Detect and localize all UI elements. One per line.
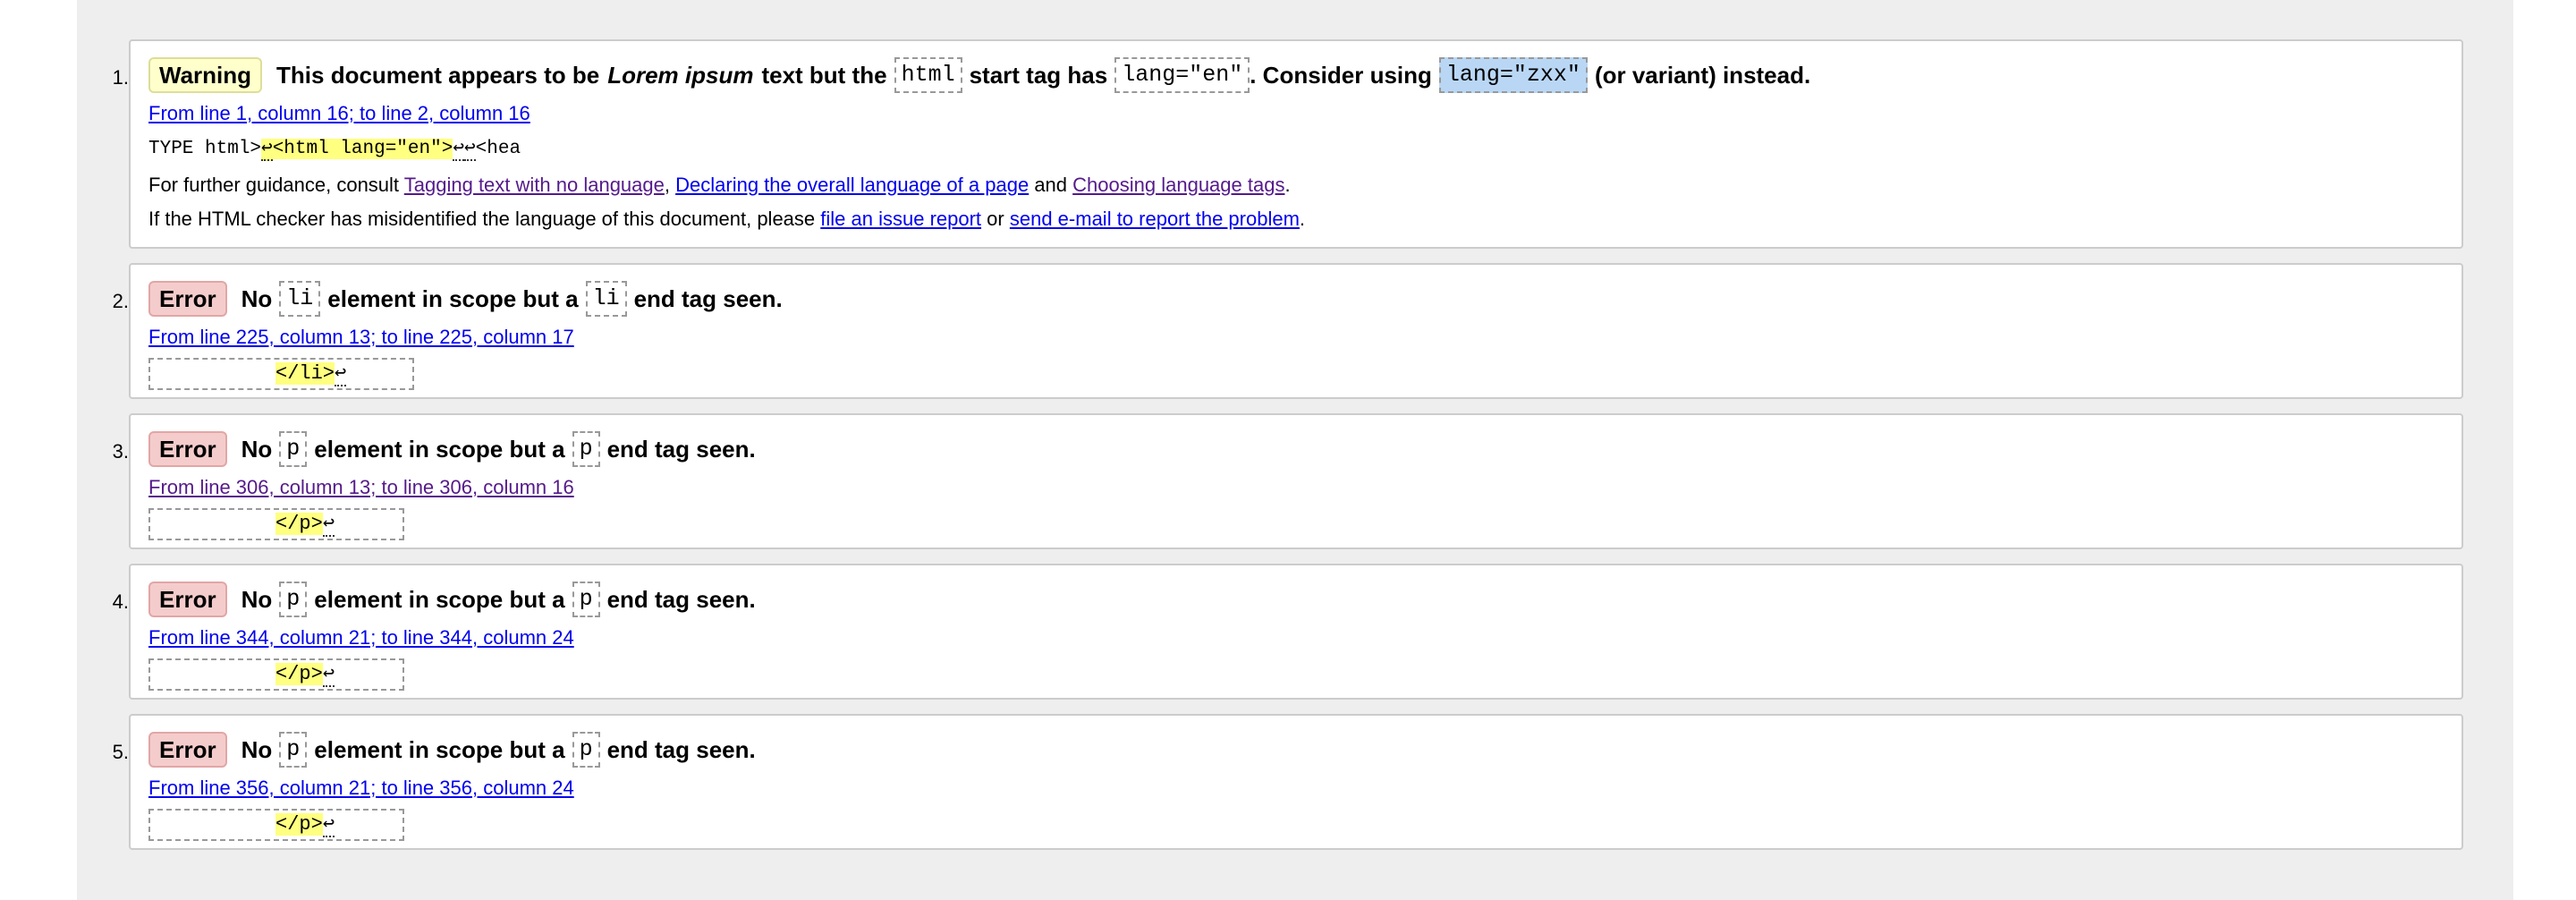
- report-text: .: [1299, 208, 1306, 230]
- message-item: 4. Error No p element in scope but a p e…: [113, 564, 2463, 700]
- line-feed-icon: ↩: [335, 362, 347, 386]
- guidance-text: .: [1284, 174, 1291, 196]
- title-text: end tag seen.: [606, 586, 756, 613]
- message-item: 3. Error No p element in scope but a p e…: [113, 413, 2463, 549]
- code-snippet: p: [279, 582, 308, 617]
- report-text: or: [987, 208, 1004, 230]
- warning-badge: Warning: [148, 57, 263, 93]
- extract-highlight: <html lang="en">: [272, 139, 453, 159]
- line-feed-icon: ↩: [261, 139, 273, 161]
- guidance-link[interactable]: Choosing language tags: [1072, 174, 1284, 196]
- title-text: text but the: [761, 62, 887, 89]
- guidance-text: For further guidance, consult: [148, 174, 400, 196]
- message-item: 2. Error No li element in scope but a li…: [113, 263, 2463, 399]
- code-snippet-selected: lang="zxx": [1438, 57, 1588, 93]
- guidance-link[interactable]: Tagging text with no language: [404, 174, 665, 196]
- title-text: No: [241, 285, 273, 312]
- results-panel: 1. Warning This document appears to be L…: [77, 0, 2513, 900]
- location-link[interactable]: From line 306, column 13; to line 306, c…: [148, 474, 2444, 501]
- extract-text: TYPE html>: [148, 139, 262, 159]
- message-number: 5.: [112, 741, 129, 763]
- title-text: start tag has: [969, 62, 1108, 89]
- error-badge: Error: [148, 281, 227, 317]
- message-number: 4.: [112, 590, 129, 613]
- extract-highlight: </p>: [275, 663, 323, 685]
- title-text: No: [241, 736, 273, 763]
- title-text: end tag seen.: [606, 436, 756, 463]
- error-badge: Error: [148, 431, 227, 467]
- title-text: No: [241, 436, 273, 463]
- title-emphasis: Lorem ipsum: [607, 62, 754, 89]
- message-title: Error No p element in scope but a p end …: [148, 730, 2444, 769]
- message-item: 5. Error No p element in scope but a p e…: [113, 714, 2463, 850]
- source-extract: </p>↩: [148, 809, 404, 841]
- extract-text: <hea: [475, 139, 521, 159]
- title-text: This document appears to be: [276, 62, 600, 89]
- line-feed-icon: ↩: [322, 663, 335, 687]
- error-badge: Error: [148, 732, 227, 768]
- title-text: end tag seen.: [633, 285, 783, 312]
- source-extract: </p>↩: [148, 508, 404, 540]
- code-snippet: p: [279, 431, 308, 467]
- code-snippet: p: [572, 732, 600, 768]
- title-text: element in scope but a: [327, 285, 579, 312]
- message-number: 1.: [112, 66, 129, 89]
- title-text: element in scope but a: [314, 436, 565, 463]
- message-number: 2.: [112, 290, 129, 312]
- message-list: 1. Warning This document appears to be L…: [113, 39, 2463, 864]
- line-feed-icon: ↩: [322, 813, 335, 837]
- title-text: element in scope but a: [314, 736, 565, 763]
- title-text: element in scope but a: [314, 586, 565, 613]
- location-link[interactable]: From line 1, column 16; to line 2, colum…: [148, 100, 2444, 127]
- location-link[interactable]: From line 225, column 13; to line 225, c…: [148, 324, 2444, 351]
- title-text: (or variant) instead.: [1594, 62, 1811, 89]
- code-snippet: p: [572, 582, 600, 617]
- message-title: Warning This document appears to be Lore…: [148, 55, 2444, 95]
- message-number: 3.: [112, 440, 129, 463]
- line-feed-icon: ↩: [322, 513, 335, 537]
- report-paragraph: If the HTML checker has misidentified th…: [148, 206, 2444, 233]
- separator-text: ,: [664, 174, 670, 196]
- guidance-link[interactable]: Declaring the overall language of a page: [675, 174, 1029, 196]
- email-report-link[interactable]: send e-mail to report the problem: [1010, 208, 1300, 230]
- title-text: . Consider using: [1250, 62, 1432, 89]
- message-item: 1. Warning This document appears to be L…: [113, 39, 2463, 249]
- title-text: No: [241, 586, 273, 613]
- source-extract: </p>↩: [148, 658, 404, 691]
- code-snippet: p: [572, 431, 600, 467]
- line-feed-icon: ↩: [453, 139, 464, 161]
- issue-report-link[interactable]: file an issue report: [820, 208, 981, 230]
- extract-highlight: </p>: [275, 513, 323, 535]
- code-snippet: li: [279, 281, 321, 317]
- guidance-text: and: [1034, 174, 1068, 196]
- location-link[interactable]: From line 356, column 21; to line 356, c…: [148, 775, 2444, 802]
- code-snippet: lang="en": [1114, 57, 1250, 93]
- report-text: If the HTML checker has misidentified th…: [148, 208, 816, 230]
- extract-highlight: </p>: [275, 813, 323, 836]
- location-link[interactable]: From line 344, column 21; to line 344, c…: [148, 624, 2444, 651]
- code-snippet: html: [894, 57, 962, 93]
- title-text: end tag seen.: [606, 736, 756, 763]
- source-extract: TYPE html>↩<html lang="en">↩↩<hea: [148, 136, 2444, 163]
- extract-highlight: </li>: [275, 362, 335, 385]
- message-title: Error No p element in scope but a p end …: [148, 429, 2444, 469]
- source-extract: </li>↩: [148, 358, 414, 390]
- guidance-paragraph: For further guidance, consult Tagging te…: [148, 172, 2444, 199]
- error-badge: Error: [148, 582, 227, 617]
- code-snippet: li: [585, 281, 627, 317]
- line-feed-icon: ↩: [463, 139, 476, 161]
- code-snippet: p: [279, 732, 308, 768]
- message-title: Error No li element in scope but a li en…: [148, 279, 2444, 318]
- message-title: Error No p element in scope but a p end …: [148, 580, 2444, 619]
